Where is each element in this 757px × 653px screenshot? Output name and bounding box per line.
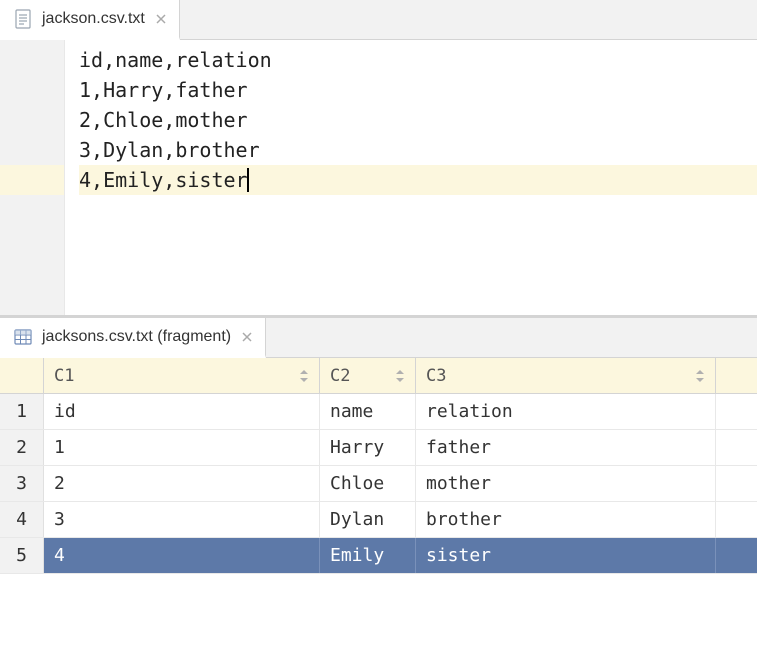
- code-text: 2,Chloe,mother: [79, 105, 248, 135]
- table-cell[interactable]: sister: [416, 538, 716, 573]
- code-text: id,name,relation: [79, 45, 272, 75]
- table-cell[interactable]: 2: [44, 466, 320, 501]
- code-line[interactable]: 4,Emily,sister: [79, 165, 757, 195]
- code-line[interactable]: id,name,relation: [79, 45, 757, 75]
- table-cell[interactable]: name: [320, 394, 416, 429]
- editor-tab-label: jackson.csv.txt: [42, 10, 145, 28]
- sort-icon[interactable]: [395, 370, 405, 382]
- code-line[interactable]: 3,Dylan,brother: [79, 135, 757, 165]
- code-text: 3,Dylan,brother: [79, 135, 260, 165]
- column-header[interactable]: C1: [44, 358, 320, 393]
- table-cell[interactable]: Harry: [320, 430, 416, 465]
- code-text: 1,Harry,father: [79, 75, 248, 105]
- table-row[interactable]: 21Harryfather: [0, 430, 757, 466]
- gutter-line: [0, 105, 64, 135]
- close-icon[interactable]: [241, 331, 253, 343]
- table-cell[interactable]: 1: [44, 430, 320, 465]
- sort-icon[interactable]: [695, 370, 705, 382]
- column-header-label: C2: [330, 366, 350, 386]
- code-area[interactable]: id,name,relation1,Harry,father2,Chloe,mo…: [65, 40, 757, 315]
- column-header[interactable]: C2: [320, 358, 416, 393]
- column-header-label: C3: [426, 366, 446, 386]
- table-cell[interactable]: mother: [416, 466, 716, 501]
- sort-icon[interactable]: [299, 370, 309, 382]
- row-number: 4: [0, 502, 44, 537]
- table-cell[interactable]: Emily: [320, 538, 416, 573]
- code-line[interactable]: 1,Harry,father: [79, 75, 757, 105]
- column-header-label: C1: [54, 366, 74, 386]
- table-cell[interactable]: Dylan: [320, 502, 416, 537]
- gutter-line: [0, 75, 64, 105]
- table-tab[interactable]: jacksons.csv.txt (fragment): [0, 318, 266, 358]
- close-icon[interactable]: [155, 13, 167, 25]
- table-cell[interactable]: relation: [416, 394, 716, 429]
- row-number: 1: [0, 394, 44, 429]
- table-row[interactable]: 54Emilysister: [0, 538, 757, 574]
- row-number: 5: [0, 538, 44, 573]
- table-pane: jacksons.csv.txt (fragment) C1 C2: [0, 318, 757, 574]
- text-file-icon: [14, 9, 32, 29]
- code-line[interactable]: 2,Chloe,mother: [79, 105, 757, 135]
- editor-body[interactable]: id,name,relation1,Harry,father2,Chloe,mo…: [0, 40, 757, 315]
- row-number: 3: [0, 466, 44, 501]
- table-row[interactable]: 1idnamerelation: [0, 394, 757, 430]
- code-text: 4,Emily,sister: [79, 165, 248, 195]
- row-number: 2: [0, 430, 44, 465]
- table-tab-bar: jacksons.csv.txt (fragment): [0, 318, 757, 358]
- editor-tab[interactable]: jackson.csv.txt: [0, 0, 180, 40]
- editor-gutter: [0, 40, 65, 315]
- table-cell[interactable]: Chloe: [320, 466, 416, 501]
- table-cell[interactable]: brother: [416, 502, 716, 537]
- caret: [247, 168, 249, 192]
- gutter-line: [0, 135, 64, 165]
- table-cell[interactable]: 4: [44, 538, 320, 573]
- table-row[interactable]: 43Dylanbrother: [0, 502, 757, 538]
- table-tab-label: jacksons.csv.txt (fragment): [42, 328, 231, 346]
- editor-tab-bar: jackson.csv.txt: [0, 0, 757, 40]
- table-header-row: C1 C2 C3: [0, 358, 757, 394]
- editor-pane: jackson.csv.txt id,name,relation1,Harry,…: [0, 0, 757, 318]
- gutter-line: [0, 45, 64, 75]
- column-header[interactable]: C3: [416, 358, 716, 393]
- table-cell[interactable]: 3: [44, 502, 320, 537]
- table-cell[interactable]: id: [44, 394, 320, 429]
- table-corner: [0, 358, 44, 393]
- table-cell[interactable]: father: [416, 430, 716, 465]
- data-table[interactable]: C1 C2 C3 1idnamerelation21Harryfather32C…: [0, 358, 757, 574]
- gutter-line: [0, 165, 64, 195]
- table-icon: [14, 328, 32, 346]
- table-row[interactable]: 32Chloemother: [0, 466, 757, 502]
